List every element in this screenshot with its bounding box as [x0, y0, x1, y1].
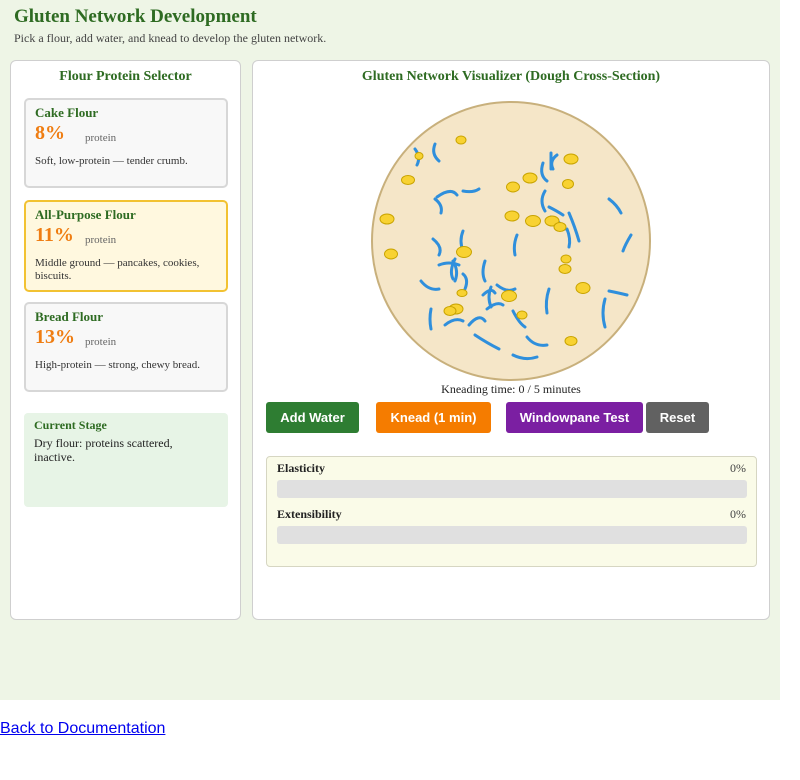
protein-granule — [456, 289, 468, 297]
windowpane-test-button[interactable]: Windowpane Test — [506, 402, 643, 433]
flour-name: Cake Flour — [35, 105, 99, 120]
flour-protein-percent: 11% — [35, 224, 74, 246]
current-stage-box: Current Stage Dry flour: proteins scatte… — [24, 413, 228, 507]
flour-description: Middle ground — pancakes, cookies, biscu… — [35, 257, 200, 282]
flour-protein-percent: 8% — [35, 122, 65, 144]
protein-granule — [379, 213, 395, 225]
protein-label: protein — [85, 234, 117, 246]
flour-card-all-purpose[interactable]: All-Purpose Flour 11% protein Middle gro… — [24, 200, 228, 292]
extensibility-value: 0% — [730, 507, 746, 521]
protein-granule — [522, 172, 538, 184]
protein-granule — [384, 248, 398, 260]
elasticity-value: 0% — [730, 461, 746, 475]
flour-card-bread[interactable]: Bread Flour 13% protein High-protein — s… — [24, 302, 228, 392]
protein-label: protein — [85, 132, 117, 144]
protein-label: protein — [85, 336, 117, 348]
protein-granule — [456, 246, 472, 258]
kneading-time-readout: Kneading time: 0 / 5 minutes — [441, 382, 581, 396]
protein-granule — [563, 153, 579, 165]
protein-granule — [455, 135, 467, 145]
page-subtitle: Pick a flour, add water, and knead to de… — [14, 31, 327, 45]
gluten-strand — [428, 307, 433, 331]
flour-protein-percent: 13% — [35, 326, 75, 348]
add-water-button[interactable]: Add Water — [266, 402, 359, 433]
protein-granule — [516, 310, 528, 320]
visualizer-title: Gluten Network Visualizer (Dough Cross-S… — [361, 69, 661, 84]
protein-granule — [504, 210, 520, 222]
protein-granule — [525, 215, 541, 227]
flour-description: High-protein — strong, chewy bread. — [35, 359, 200, 371]
flour-name: All-Purpose Flour — [35, 207, 136, 222]
protein-granule — [558, 264, 572, 274]
knead-button[interactable]: Knead (1 min) — [376, 402, 491, 433]
protein-granule — [562, 179, 574, 189]
protein-granule — [443, 306, 457, 316]
protein-granule — [414, 152, 424, 160]
visualizer-panel: Gluten Network Visualizer (Dough Cross-S… — [252, 60, 770, 620]
protein-granule — [506, 181, 520, 193]
metrics-box: Elasticity 0% Extensibility 0% — [266, 456, 757, 567]
protein-granule — [401, 175, 415, 185]
protein-granule — [564, 336, 578, 346]
flour-description: Soft, low-protein — tender crumb. — [35, 155, 188, 167]
extensibility-label: Extensibility — [277, 507, 342, 521]
elasticity-bar — [277, 480, 747, 498]
flour-selector-panel: Flour Protein Selector Cake Flour 8% pro… — [10, 60, 241, 620]
page-title: Gluten Network Development — [14, 6, 257, 27]
protein-granule — [553, 222, 567, 232]
app-container: Gluten Network Development Pick a flour,… — [0, 0, 780, 700]
elasticity-label: Elasticity — [277, 461, 325, 475]
flour-selector-title: Flour Protein Selector — [59, 69, 192, 84]
reset-button[interactable]: Reset — [646, 402, 709, 433]
current-stage-title: Current Stage — [34, 418, 107, 432]
dough-cross-section — [371, 101, 651, 381]
dough-circle — [371, 101, 651, 381]
back-to-documentation-link[interactable]: Back to Documentation — [0, 720, 165, 738]
protein-granule — [501, 290, 517, 302]
extensibility-bar — [277, 526, 747, 544]
flour-card-cake[interactable]: Cake Flour 8% protein Soft, low-protein … — [24, 98, 228, 188]
protein-granule — [575, 282, 591, 294]
protein-granule — [560, 254, 572, 264]
current-stage-text: Dry flour: proteins scattered, inactive. — [34, 436, 173, 464]
flour-name: Bread Flour — [35, 309, 104, 324]
